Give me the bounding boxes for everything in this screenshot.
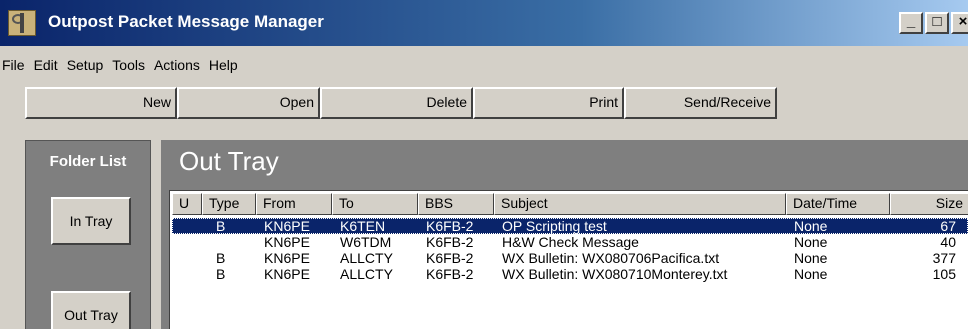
open-button[interactable]: Open — [177, 87, 320, 119]
column-header-subject[interactable]: Subject — [494, 193, 786, 215]
cell-type: B — [216, 266, 226, 282]
minimize-button[interactable]: _ — [899, 12, 923, 34]
menu-setup[interactable]: Setup — [64, 57, 107, 73]
tray-title: Out Tray — [179, 146, 279, 176]
cell-from: KN6PE — [264, 266, 310, 282]
column-header-size[interactable]: Size — [890, 193, 968, 215]
message-list[interactable]: U Type From To BBS Subject Date/Time Siz… — [169, 190, 968, 329]
folder-list-title: Folder List — [49, 153, 127, 170]
menu-help[interactable]: Help — [206, 57, 241, 73]
cell-from: KN6PE — [264, 218, 310, 234]
cell-bbs: K6FB-2 — [426, 234, 474, 250]
column-header-datetime[interactable]: Date/Time — [786, 193, 890, 215]
delete-button[interactable]: Delete — [320, 87, 473, 119]
column-header-from[interactable]: From — [256, 193, 332, 215]
window-title: Outpost Packet Message Manager — [48, 12, 324, 31]
out-tray-button[interactable]: Out Tray — [51, 291, 131, 329]
cell-subject: WX Bulletin: WX080706Pacifica.txt — [502, 250, 720, 266]
cell-bbs: K6FB-2 — [426, 250, 474, 266]
cell-to: ALLCTY — [340, 266, 393, 282]
column-header-type[interactable]: Type — [202, 193, 256, 215]
cell-size: 67 — [940, 218, 956, 234]
cell-size: 377 — [932, 250, 956, 266]
print-button[interactable]: Print — [473, 87, 624, 119]
cell-to: K6TEN — [340, 218, 386, 234]
cell-type: B — [216, 218, 226, 234]
title-bar: Outpost Packet Message Manager _ □ × — [0, 0, 968, 46]
table-row[interactable]: B KN6PE ALLCTY K6FB-2 WX Bulletin: WX080… — [172, 250, 968, 266]
menu-bar: File Edit Setup Tools Actions Help — [0, 57, 244, 79]
cell-datetime: None — [794, 266, 828, 282]
cell-to: W6TDM — [340, 234, 392, 250]
cell-size: 105 — [932, 266, 956, 282]
menu-file[interactable]: File — [0, 57, 28, 73]
cell-from: KN6PE — [264, 250, 310, 266]
cell-subject: WX Bulletin: WX080710Monterey.txt — [502, 266, 728, 282]
table-row[interactable]: B KN6PE K6TEN K6FB-2 OP Scripting test N… — [172, 218, 968, 234]
send-receive-button[interactable]: Send/Receive — [624, 87, 777, 119]
table-row[interactable]: KN6PE W6TDM K6FB-2 H&W Check Message Non… — [172, 234, 968, 250]
table-row[interactable]: B KN6PE ALLCTY K6FB-2 WX Bulletin: WX080… — [172, 266, 968, 282]
column-header-bbs[interactable]: BBS — [418, 193, 494, 215]
maximize-button[interactable]: □ — [925, 12, 949, 34]
new-button[interactable]: New — [25, 87, 177, 119]
cell-datetime: None — [794, 218, 828, 234]
cell-type: B — [216, 250, 226, 266]
cell-bbs: K6FB-2 — [426, 218, 474, 234]
close-button[interactable]: × — [951, 12, 968, 34]
folder-list-panel: Folder List In Tray Out Tray — [25, 140, 151, 329]
cell-bbs: K6FB-2 — [426, 266, 474, 282]
cell-subject: OP Scripting test — [502, 218, 607, 234]
antenna-tower-icon — [8, 10, 36, 36]
cell-to: ALLCTY — [340, 250, 393, 266]
cell-subject: H&W Check Message — [502, 234, 639, 250]
cell-from: KN6PE — [264, 234, 310, 250]
cell-size: 40 — [940, 234, 956, 250]
menu-edit[interactable]: Edit — [31, 57, 61, 73]
tray-panel: Out Tray U Type From To BBS Subject Date… — [161, 140, 968, 329]
menu-actions[interactable]: Actions — [151, 57, 203, 73]
column-header-to[interactable]: To — [332, 193, 418, 215]
cell-datetime: None — [794, 234, 828, 250]
column-header-u[interactable]: U — [172, 193, 202, 215]
in-tray-button[interactable]: In Tray — [51, 197, 131, 245]
menu-tools[interactable]: Tools — [109, 57, 148, 73]
cell-datetime: None — [794, 250, 828, 266]
